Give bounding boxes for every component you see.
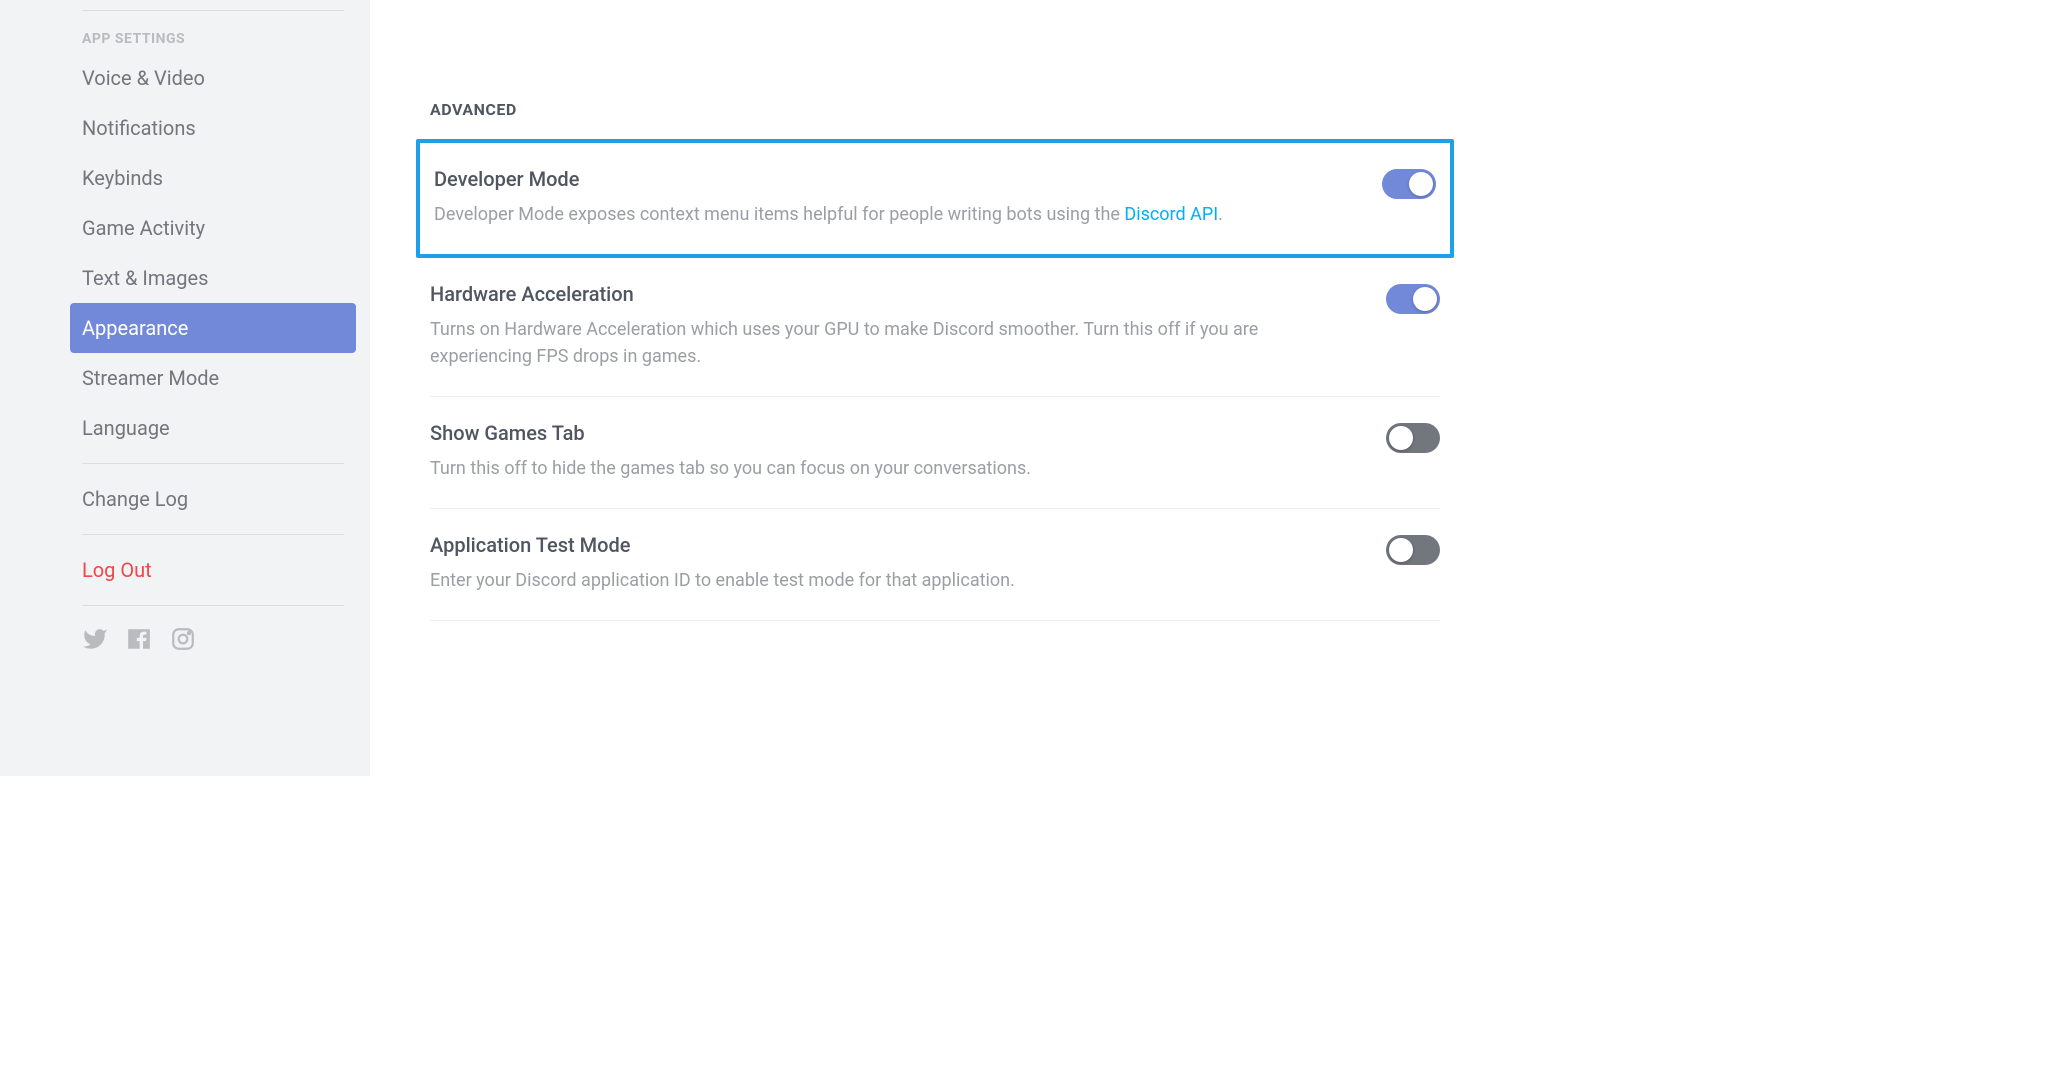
setting-application-test-mode: Application Test Mode Enter your Discord…: [430, 509, 1440, 621]
sidebar-item-language[interactable]: Language: [70, 403, 356, 453]
sidebar-divider: [82, 605, 344, 606]
sidebar-section-header: APP SETTINGS: [70, 21, 356, 53]
toggle-application-test-mode[interactable]: [1386, 535, 1440, 565]
social-links-row: [70, 616, 356, 662]
section-header-advanced: ADVANCED: [430, 100, 1440, 119]
sidebar-item-log-out[interactable]: Log Out: [70, 545, 356, 595]
setting-desc-suffix: .: [1218, 204, 1223, 225]
twitter-icon[interactable]: [82, 626, 108, 652]
discord-api-link[interactable]: Discord API: [1124, 204, 1218, 225]
setting-text: Hardware Acceleration Turns on Hardware …: [430, 282, 1350, 370]
setting-text: Show Games Tab Turn this off to hide the…: [430, 421, 1031, 482]
toggle-knob: [1409, 172, 1433, 196]
toggle-hardware-acceleration[interactable]: [1386, 284, 1440, 314]
facebook-icon[interactable]: [126, 626, 152, 652]
setting-row: Developer Mode Developer Mode exposes co…: [434, 167, 1436, 228]
toggle-knob: [1389, 538, 1413, 562]
sidebar-item-change-log[interactable]: Change Log: [70, 474, 356, 524]
sidebar-divider: [82, 463, 344, 464]
toggle-knob: [1389, 426, 1413, 450]
sidebar-divider: [82, 10, 344, 11]
setting-row: Application Test Mode Enter your Discord…: [430, 533, 1440, 594]
sidebar-item-streamer-mode[interactable]: Streamer Mode: [70, 353, 356, 403]
settings-sidebar: APP SETTINGS Voice & Video Notifications…: [0, 0, 370, 776]
setting-title: Developer Mode: [434, 167, 1223, 191]
toggle-developer-mode[interactable]: [1382, 169, 1436, 199]
setting-description: Turn this off to hide the games tab so y…: [430, 455, 1031, 482]
instagram-icon[interactable]: [170, 626, 196, 652]
setting-text: Application Test Mode Enter your Discord…: [430, 533, 1015, 594]
setting-description: Developer Mode exposes context menu item…: [434, 201, 1223, 228]
sidebar-item-appearance[interactable]: Appearance: [70, 303, 356, 353]
setting-row: Hardware Acceleration Turns on Hardware …: [430, 282, 1440, 370]
setting-text: Developer Mode Developer Mode exposes co…: [434, 167, 1223, 228]
setting-show-games-tab: Show Games Tab Turn this off to hide the…: [430, 397, 1440, 509]
setting-developer-mode: Developer Mode Developer Mode exposes co…: [416, 139, 1454, 258]
toggle-knob: [1413, 287, 1437, 311]
app-root: APP SETTINGS Voice & Video Notifications…: [0, 0, 1500, 776]
setting-hardware-acceleration: Hardware Acceleration Turns on Hardware …: [430, 258, 1440, 397]
setting-title: Hardware Acceleration: [430, 282, 1350, 306]
setting-description: Enter your Discord application ID to ena…: [430, 567, 1015, 594]
sidebar-item-notifications[interactable]: Notifications: [70, 103, 356, 153]
toggle-show-games-tab[interactable]: [1386, 423, 1440, 453]
setting-desc-prefix: Developer Mode exposes context menu item…: [434, 204, 1124, 225]
sidebar-item-text-images[interactable]: Text & Images: [70, 253, 356, 303]
setting-title: Show Games Tab: [430, 421, 1031, 445]
sidebar-item-game-activity[interactable]: Game Activity: [70, 203, 356, 253]
setting-title: Application Test Mode: [430, 533, 1015, 557]
settings-content: ADVANCED Developer Mode Developer Mode e…: [370, 0, 1500, 776]
setting-description: Turns on Hardware Acceleration which use…: [430, 316, 1350, 370]
sidebar-item-keybinds[interactable]: Keybinds: [70, 153, 356, 203]
sidebar-divider: [82, 534, 344, 535]
sidebar-item-voice-video[interactable]: Voice & Video: [70, 53, 356, 103]
setting-row: Show Games Tab Turn this off to hide the…: [430, 421, 1440, 482]
